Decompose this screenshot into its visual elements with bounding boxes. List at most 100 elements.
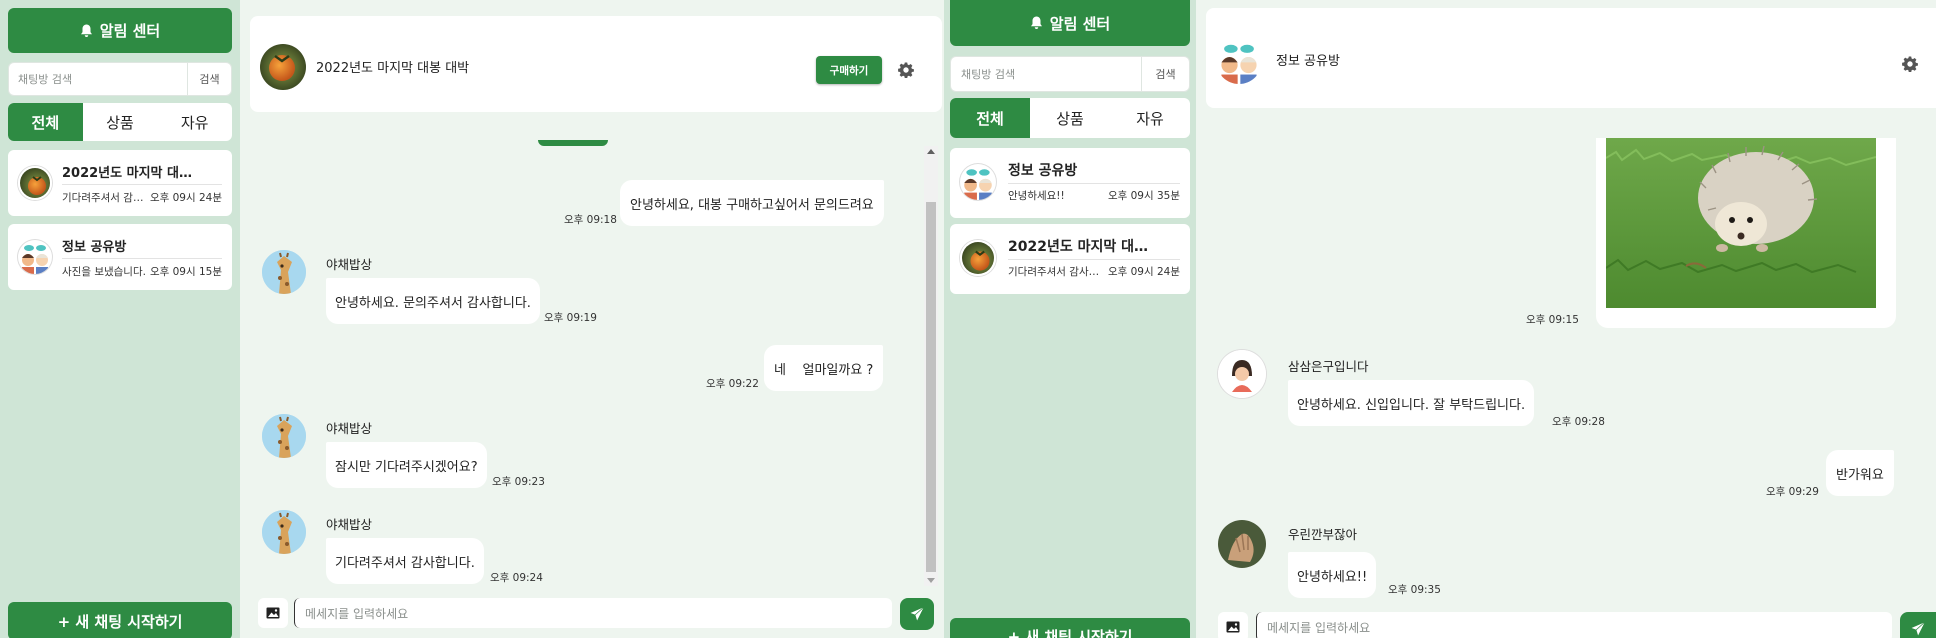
room-title: 2022년도 마지막 대봉 대박 (62, 166, 202, 181)
image-attach-button[interactable] (1218, 612, 1248, 638)
people-avatar (960, 164, 996, 200)
partial-message (538, 140, 608, 146)
message-time: 오후 09:15 (1526, 314, 1579, 326)
right-chat-panel: 정보 공유방 오후 09:15 삼삼은구입니다 안녕하세요. 신입입니다. 잘 … (1196, 0, 1936, 638)
room-search-button[interactable]: 검색 (1141, 57, 1189, 91)
chat-title: 2022년도 마지막 대봉 대박 (316, 61, 470, 76)
message-bubble: 안녕하세요!! (1288, 552, 1377, 598)
people-avatar (18, 240, 52, 274)
buy-button[interactable]: 구매하기 (816, 56, 882, 84)
room-search-box: 채팅방 검색 검색 (950, 56, 1190, 92)
tab-product[interactable]: 상품 (1030, 98, 1110, 138)
new-chat-button[interactable]: + 새 채팅 시작하기 (950, 618, 1190, 638)
notification-center-label: 알림 센터 (1049, 14, 1111, 33)
persimmon-avatar (260, 44, 306, 90)
room-divider (62, 184, 222, 185)
message-bubble: 안녕하세요, 대봉 구매하고싶어서 문의드려요 (620, 180, 884, 226)
bell-icon (80, 24, 93, 38)
giraffe-avatar (262, 510, 306, 554)
room-search-input[interactable]: 채팅방 검색 (961, 57, 1141, 91)
send-icon (909, 606, 925, 622)
notification-center-button[interactable]: 알림 센터 (8, 8, 232, 53)
giraffe-avatar (262, 250, 306, 294)
message-time: 오후 09:19 (544, 312, 597, 324)
room-title: 정보 공유방 (62, 240, 127, 255)
chat-header: 2022년도 마지막 대봉 대박 구매하기 (250, 16, 942, 112)
image-icon (1226, 621, 1240, 633)
message-time: 오후 09:18 (564, 214, 617, 226)
people-avatar (1216, 38, 1262, 84)
hedgehog-photo[interactable] (1606, 138, 1876, 308)
room-time: 오후 09시 15분 (149, 266, 222, 278)
sender-name: 야채밥상 (326, 421, 373, 436)
tab-free[interactable]: 자유 (1110, 98, 1190, 138)
image-icon (266, 607, 280, 619)
chat-title: 정보 공유방 (1276, 54, 1340, 69)
scroll-up-arrow[interactable] (927, 149, 935, 154)
scroll-down-arrow[interactable] (927, 578, 935, 583)
message-bubble: 네 얼마일까요 ? (764, 345, 884, 391)
room-list-item[interactable]: 2022년도 마지막 대봉 대박 기다려주셔서 감사합니다. 오후 09시 24… (8, 150, 232, 216)
room-time: 오후 09시 24분 (149, 192, 222, 204)
new-chat-button[interactable]: + 새 채팅 시작하기 (8, 602, 232, 638)
chat-scrollbar[interactable] (924, 146, 938, 586)
tab-all[interactable]: 전체 (950, 98, 1030, 138)
room-last-message: 사진을 보냈습니다. (62, 266, 146, 278)
persimmon-avatar (18, 166, 52, 200)
message-time: 오후 09:29 (1766, 486, 1819, 498)
room-search-button[interactable]: 검색 (187, 63, 231, 95)
room-list-item[interactable]: 정보 공유방 사진을 보냈습니다. 오후 09시 15분 (8, 224, 232, 290)
room-last-message: 기다려주셔서 감사합니다. (1008, 266, 1102, 278)
room-divider (62, 258, 222, 259)
room-title: 정보 공유방 (1008, 163, 1078, 179)
tab-product[interactable]: 상품 (83, 103, 158, 141)
message-bubble: 안녕하세요. 신입입니다. 잘 부탁드립니다. (1288, 380, 1535, 426)
message-input[interactable]: 메세지를 입력하세요 (294, 598, 892, 628)
room-last-message: 안녕하세요!! (1008, 190, 1065, 202)
room-divider (1008, 183, 1180, 184)
message-time: 오후 09:28 (1552, 416, 1605, 428)
room-search-box: 채팅방 검색 검색 (8, 62, 232, 96)
room-title: 2022년도 마지막 대봉 대박 (1008, 239, 1158, 255)
gear-icon[interactable] (896, 60, 916, 80)
send-icon (1910, 621, 1926, 637)
giraffe-avatar (262, 414, 306, 458)
tab-free[interactable]: 자유 (157, 103, 232, 141)
room-time: 오후 09시 35분 (1107, 190, 1180, 202)
message-input[interactable]: 메세지를 입력하세요 (1256, 612, 1892, 638)
woman-avatar (1218, 350, 1266, 398)
send-button[interactable] (900, 598, 934, 630)
room-list-item[interactable]: 정보 공유방 안녕하세요!! 오후 09시 35분 (950, 148, 1190, 218)
room-filter-tabs: 전체 상품 자유 (950, 98, 1190, 138)
bell-icon (1030, 16, 1043, 30)
room-last-message: 기다려주셔서 감사합니다. (62, 192, 152, 204)
message-time: 오후 09:22 (706, 378, 759, 390)
sender-name: 삼삼은구입니다 (1288, 359, 1369, 374)
message-time: 오후 09:24 (490, 572, 543, 584)
left-chat-panel: 2022년도 마지막 대봉 대박 구매하기 안녕하세요, 대봉 구매하고싶어서 … (248, 0, 944, 638)
room-list-item[interactable]: 2022년도 마지막 대봉 대박 기다려주셔서 감사합니다. 오후 09시 24… (950, 224, 1190, 294)
room-time: 오후 09시 24분 (1107, 266, 1180, 278)
image-attach-button[interactable] (258, 598, 288, 628)
left-sidebar: 알림 센터 채팅방 검색 검색 전체 상품 자유 2022년도 마지막 대봉 대… (0, 0, 240, 638)
persimmon-avatar (960, 240, 996, 276)
gear-icon[interactable] (1900, 54, 1920, 74)
send-button[interactable] (1900, 612, 1936, 638)
room-search-input[interactable]: 채팅방 검색 (18, 63, 187, 95)
right-sidebar: 알림 센터 채팅방 검색 검색 전체 상품 자유 정보 공유방 안녕하세요!! … (944, 0, 1196, 638)
image-message-bubble (1596, 138, 1896, 328)
sender-name: 야채밥상 (326, 257, 373, 272)
room-divider (1008, 259, 1180, 260)
message-bubble: 반가워요 (1826, 450, 1894, 496)
room-filter-tabs: 전체 상품 자유 (8, 103, 232, 141)
notification-center-button[interactable]: 알림 센터 (950, 0, 1190, 46)
tab-all[interactable]: 전체 (8, 103, 83, 141)
hand-avatar (1218, 520, 1266, 568)
scrollbar-thumb[interactable] (926, 202, 936, 572)
message-bubble: 잠시만 기다려주시겠어요? (326, 442, 487, 488)
sender-name: 우린깐부잖아 (1288, 527, 1358, 542)
message-time: 오후 09:35 (1388, 584, 1441, 596)
chat-header: 정보 공유방 (1206, 8, 1936, 108)
message-bubble: 기다려주셔서 감사합니다. (326, 538, 484, 584)
message-bubble: 안녕하세요. 문의주셔서 감사합니다. (326, 278, 540, 324)
